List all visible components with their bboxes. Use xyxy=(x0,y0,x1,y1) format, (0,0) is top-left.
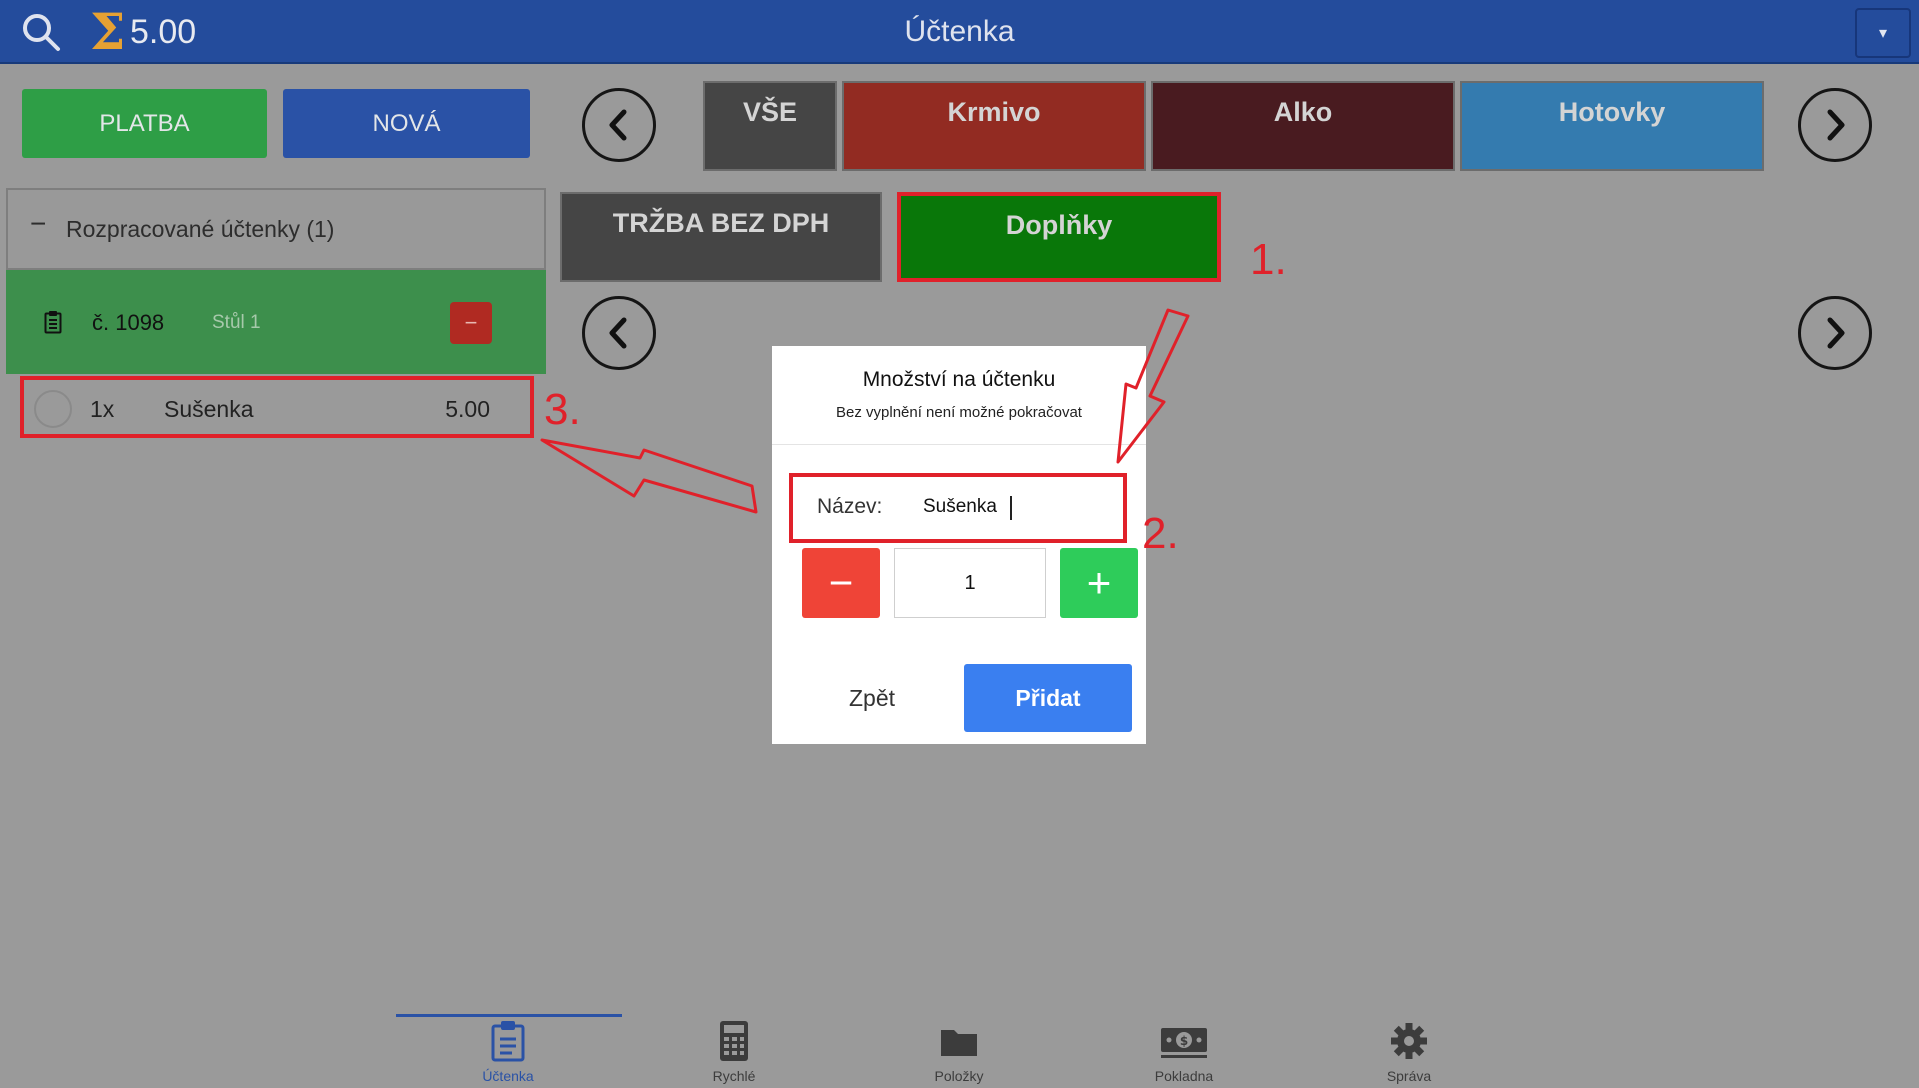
arrow-to-name-field xyxy=(1116,308,1190,464)
annotation-step-1: 1. xyxy=(1250,235,1287,284)
active-tab-indicator xyxy=(396,1014,622,1017)
nav-label: Rychlé xyxy=(712,1068,756,1084)
nav-pokladna[interactable]: $ Pokladna xyxy=(1084,1020,1284,1084)
arrow-to-line-item xyxy=(540,438,758,514)
annotation-arrows xyxy=(540,308,1190,514)
calculator-icon xyxy=(720,1021,748,1061)
gear-icon xyxy=(1391,1023,1427,1059)
nav-label: Pokladna xyxy=(1154,1068,1214,1084)
nav-polozky[interactable]: Položky xyxy=(859,1020,1059,1084)
nav-uctenka[interactable]: Účtenka xyxy=(408,1020,608,1084)
nav-rychle[interactable]: Rychlé xyxy=(634,1020,834,1084)
nav-label: Položky xyxy=(934,1068,984,1084)
svg-text:$: $ xyxy=(1180,1034,1188,1048)
nav-label: Účtenka xyxy=(482,1068,534,1084)
nav-label: Správa xyxy=(1386,1068,1432,1084)
cash-icon: $ xyxy=(1161,1028,1207,1058)
receipt-icon xyxy=(491,1021,525,1062)
nav-sprava[interactable]: Správa xyxy=(1309,1020,1509,1084)
annotation-step-3: 3. xyxy=(544,385,581,434)
folder-icon xyxy=(941,1030,977,1056)
annotation-step-2: 2. xyxy=(1142,509,1179,558)
